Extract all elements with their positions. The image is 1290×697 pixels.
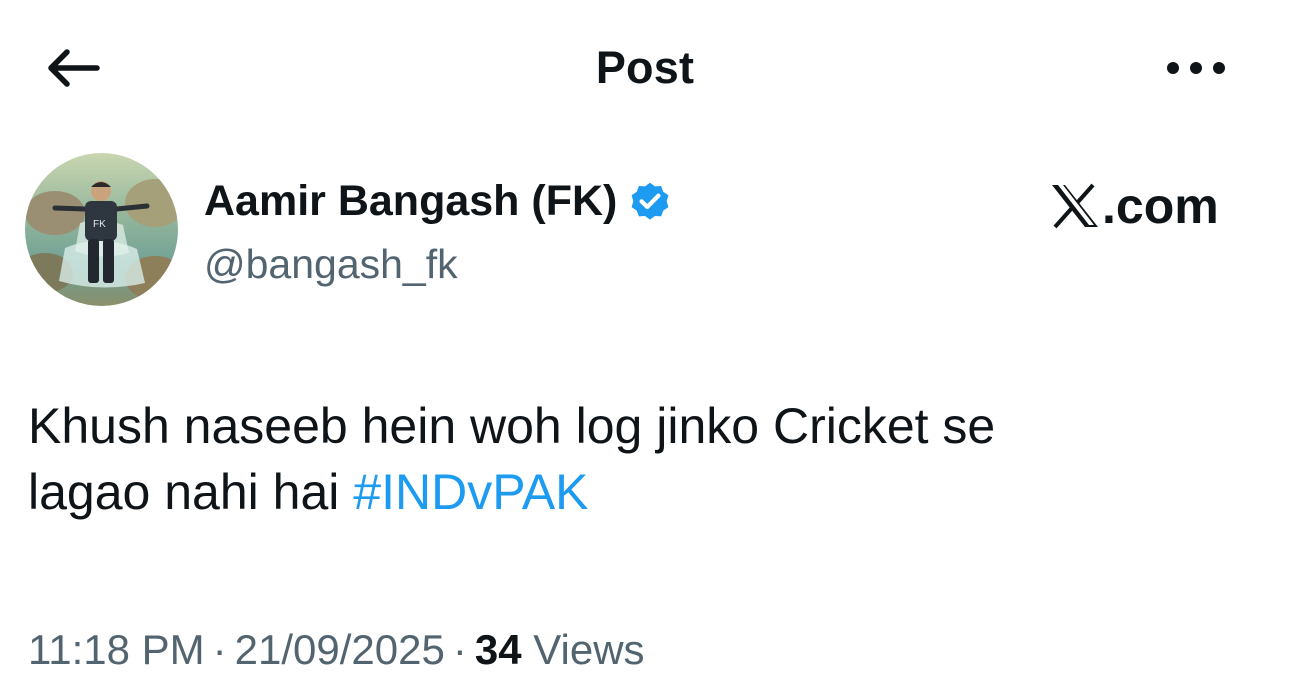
post-time[interactable]: 11:18 PM [28,626,205,673]
views-label: Views [533,626,645,673]
page-title: Post [595,42,695,93]
hashtag-link[interactable]: #INDvPAK [353,464,588,520]
post-text-line-2: lagao nahi hai #INDvPAK [28,459,1258,525]
x-logo-icon [1052,183,1098,229]
avatar-image: FK [25,153,178,306]
user-handle[interactable]: @bangash_fk [204,238,458,290]
author-row: FK Aamir Bangash (FK) @bangash_fk .com [0,150,1290,310]
post-meta: 11:18 PM · 21/09/2025 · 34 Views [28,622,645,678]
top-bar: Post [0,0,1290,135]
verified-badge-icon [631,182,669,220]
display-name: Aamir Bangash (FK) [204,177,618,225]
post-text-line-1: Khush naseeb hein woh log jinko Cricket … [28,398,996,454]
display-name-link[interactable]: Aamir Bangash (FK) [204,175,673,227]
more-horizontal-icon [1167,62,1225,74]
post-text-line-2-text: lagao nahi hai [28,464,354,520]
xcom-watermark: .com [1050,178,1219,234]
meta-separator: · [452,626,467,673]
avatar[interactable]: FK [25,153,178,306]
watermark-text: .com [1102,178,1219,234]
avatar-shirt-text: FK [93,219,106,230]
post-body: Khush naseeb hein woh log jinko Cricket … [28,393,1258,525]
post-date[interactable]: 21/09/2025 [235,626,445,673]
views-count[interactable]: 34 [475,626,522,673]
more-options-button[interactable] [1158,40,1234,96]
meta-separator: · [212,626,227,673]
